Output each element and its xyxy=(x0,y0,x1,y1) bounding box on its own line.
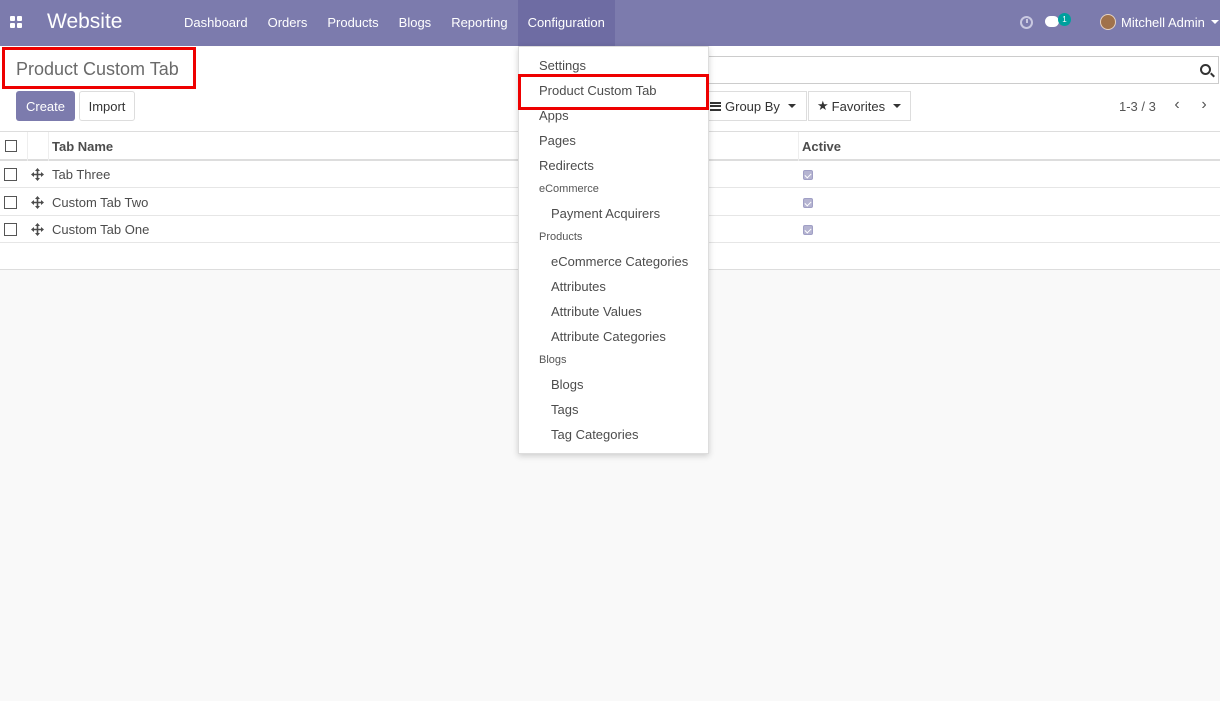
menu-blogs[interactable]: Blogs xyxy=(389,0,442,46)
menu-item-payment-acquirers[interactable]: Payment Acquirers xyxy=(551,206,660,221)
row-tab-name: Tab Three xyxy=(52,167,111,182)
column-header-active[interactable]: Active xyxy=(802,139,841,154)
group-by-button[interactable]: Group By xyxy=(702,91,807,121)
menu-section-blogs: Blogs xyxy=(539,354,567,366)
select-all-checkbox[interactable] xyxy=(5,140,17,152)
menu-item-attribute-categories[interactable]: Attribute Categories xyxy=(551,329,666,344)
group-by-label: Group By xyxy=(725,98,780,114)
menu-section-products: Products xyxy=(539,231,583,243)
menu-orders[interactable]: Orders xyxy=(258,0,318,46)
bars-icon xyxy=(710,101,721,111)
title-highlight-box xyxy=(2,47,196,89)
row-tab-name: Custom Tab One xyxy=(52,222,150,237)
menu-item-attribute-values[interactable]: Attribute Values xyxy=(551,304,642,319)
menu-item-apps[interactable]: Apps xyxy=(539,108,569,123)
drag-handle-icon[interactable] xyxy=(31,168,44,181)
row-checkbox[interactable] xyxy=(4,196,17,209)
apps-grid-icon[interactable] xyxy=(10,16,22,28)
main-menu: Dashboard Orders Products Blogs Reportin… xyxy=(174,0,615,46)
menu-dashboard[interactable]: Dashboard xyxy=(174,0,258,46)
caret-down-icon xyxy=(893,104,902,108)
drag-handle-icon[interactable] xyxy=(31,223,44,236)
menu-item-tags[interactable]: Tags xyxy=(551,402,578,417)
drag-handle-icon[interactable] xyxy=(31,196,44,209)
user-name[interactable]: Mitchell Admin xyxy=(1121,15,1205,30)
menu-item-settings[interactable]: Settings xyxy=(539,58,586,73)
row-tab-name: Custom Tab Two xyxy=(52,195,149,210)
configuration-dropdown: Settings Product Custom Tab Apps Pages R… xyxy=(518,46,709,454)
column-header-tab-name[interactable]: Tab Name xyxy=(52,139,113,154)
create-button[interactable]: Create xyxy=(16,91,75,121)
favorites-button[interactable]: ★ Favorites xyxy=(808,91,911,121)
menu-products[interactable]: Products xyxy=(317,0,388,46)
menu-section-ecommerce: eCommerce xyxy=(539,183,599,195)
chat-icon[interactable] xyxy=(1045,16,1059,27)
column-divider xyxy=(798,132,799,161)
row-checkbox[interactable] xyxy=(4,223,17,236)
pager-value[interactable]: 1-3 / 3 xyxy=(1119,99,1156,114)
favorites-label: Favorites xyxy=(831,98,886,114)
caret-down-icon xyxy=(787,104,796,108)
menu-configuration[interactable]: Configuration xyxy=(517,0,615,46)
chat-badge: 1 xyxy=(1058,13,1071,26)
menu-reporting[interactable]: Reporting xyxy=(441,0,517,46)
chevron-right-icon[interactable]: › xyxy=(1197,97,1211,113)
search-input[interactable] xyxy=(708,56,1219,84)
clock-icon[interactable] xyxy=(1020,16,1033,29)
row-active-checkbox xyxy=(803,225,813,235)
row-active-checkbox xyxy=(803,170,813,180)
column-divider xyxy=(48,132,49,161)
menu-item-tag-categories[interactable]: Tag Categories xyxy=(551,427,638,442)
chevron-down-icon[interactable] xyxy=(1211,20,1219,24)
star-icon: ★ xyxy=(817,98,829,113)
avatar[interactable] xyxy=(1100,14,1116,30)
row-active-checkbox xyxy=(803,198,813,208)
menu-item-attributes[interactable]: Attributes xyxy=(551,279,606,294)
menu-item-pages[interactable]: Pages xyxy=(539,133,576,148)
column-divider xyxy=(27,132,28,161)
menu-item-blogs[interactable]: Blogs xyxy=(551,377,584,392)
menu-highlight-box xyxy=(518,74,709,110)
app-brand[interactable]: Website xyxy=(47,10,122,34)
menu-item-redirects[interactable]: Redirects xyxy=(539,158,594,173)
top-navbar: Website Dashboard Orders Products Blogs … xyxy=(0,0,1220,46)
row-checkbox[interactable] xyxy=(4,168,17,181)
menu-item-ecommerce-categories[interactable]: eCommerce Categories xyxy=(551,254,688,269)
chevron-left-icon[interactable]: ‹ xyxy=(1170,97,1184,113)
search-icon[interactable] xyxy=(1200,64,1211,75)
import-button[interactable]: Import xyxy=(79,91,135,121)
